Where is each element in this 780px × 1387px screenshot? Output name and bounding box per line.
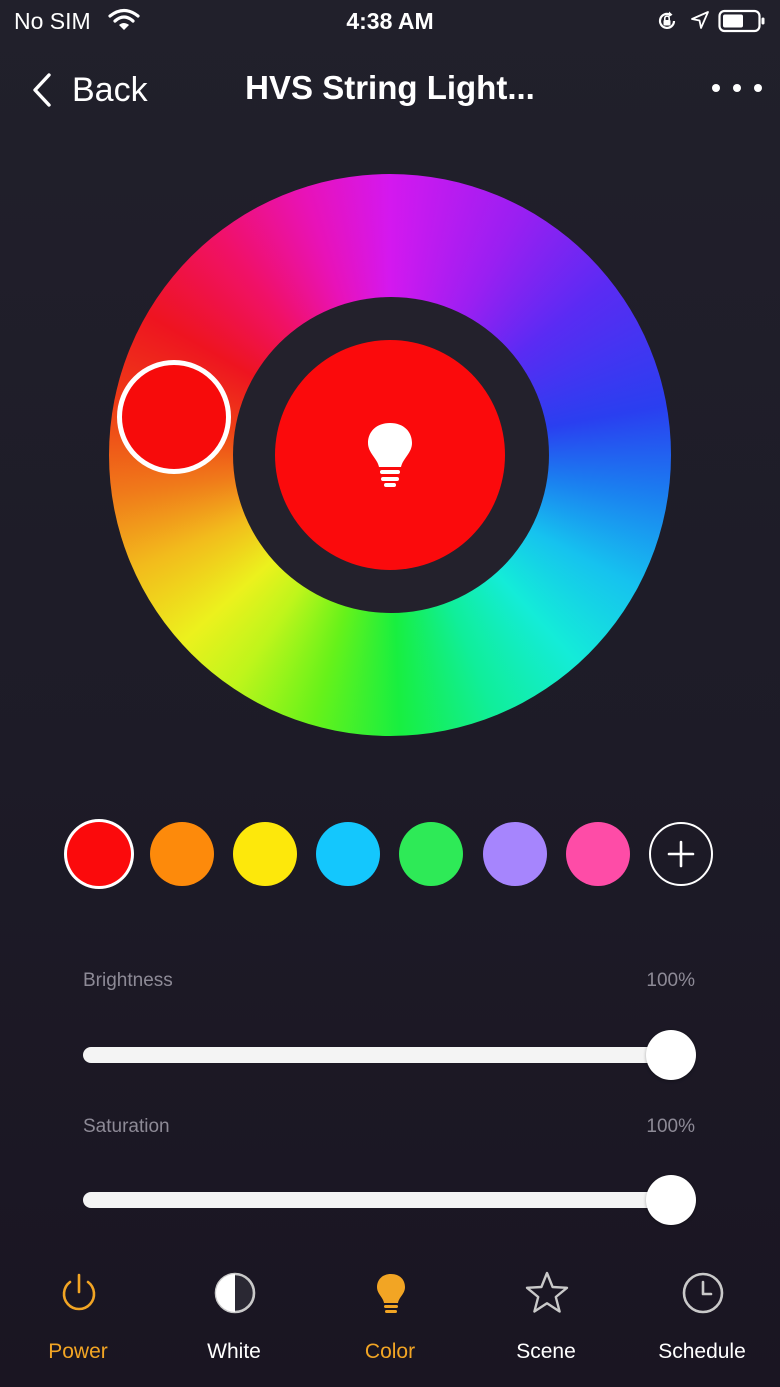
status-bar: No SIM 4:38 AM bbox=[0, 0, 780, 44]
more-options-button[interactable] bbox=[712, 76, 762, 100]
power-icon bbox=[62, 1273, 96, 1311]
preset-color-red[interactable] bbox=[67, 822, 131, 886]
preset-color-orange[interactable] bbox=[150, 822, 214, 886]
preset-color-pink[interactable] bbox=[566, 822, 630, 886]
preset-color-yellow[interactable] bbox=[233, 822, 297, 886]
saturation-slider[interactable] bbox=[83, 1175, 696, 1225]
saturation-label: Saturation bbox=[83, 1116, 170, 1137]
tab-label: Scene bbox=[516, 1340, 576, 1363]
more-icon bbox=[712, 84, 720, 92]
tab-label: Schedule bbox=[658, 1340, 746, 1363]
tab-color[interactable]: Color bbox=[312, 1262, 468, 1372]
more-icon-dot bbox=[754, 84, 762, 92]
brightness-slider-thumb[interactable] bbox=[646, 1030, 696, 1080]
bulb-icon bbox=[377, 1274, 405, 1313]
tab-white[interactable]: White bbox=[156, 1262, 312, 1372]
brightness-label: Brightness bbox=[83, 970, 173, 991]
orientation-lock-icon bbox=[658, 11, 676, 30]
saturation-value: 100% bbox=[646, 1116, 695, 1137]
chevron-left-icon bbox=[33, 73, 51, 107]
add-preset-button[interactable] bbox=[649, 822, 713, 886]
brightness-value: 100% bbox=[646, 970, 695, 991]
current-color-swatch[interactable] bbox=[275, 340, 505, 570]
tab-label: Color bbox=[364, 1340, 416, 1363]
back-button[interactable]: Back bbox=[30, 68, 148, 112]
tab-label: Power bbox=[48, 1340, 108, 1363]
tab-scene[interactable]: Scene bbox=[468, 1262, 624, 1372]
preset-color-green[interactable] bbox=[399, 822, 463, 886]
preset-color-cyan[interactable] bbox=[316, 822, 380, 886]
tab-power[interactable]: Power bbox=[0, 1262, 156, 1372]
preset-colors bbox=[0, 822, 780, 886]
clock-icon bbox=[682, 1272, 724, 1314]
battery-icon bbox=[718, 9, 765, 33]
white-balance-icon bbox=[214, 1272, 256, 1314]
back-label: Back bbox=[72, 70, 148, 109]
bulb-icon bbox=[368, 423, 412, 487]
location-icon bbox=[691, 11, 709, 29]
tab-bar: Power White Color Scene Schedule bbox=[0, 1262, 780, 1387]
more-icon-dot bbox=[733, 84, 741, 92]
star-icon bbox=[525, 1271, 569, 1313]
brightness-slider[interactable] bbox=[83, 1030, 696, 1080]
plus-icon bbox=[667, 840, 695, 868]
saturation-slider-thumb[interactable] bbox=[646, 1175, 696, 1225]
color-wheel-handle[interactable] bbox=[117, 360, 231, 474]
preset-color-purple[interactable] bbox=[483, 822, 547, 886]
tab-label: White bbox=[207, 1340, 261, 1363]
navigation-bar: Back HVS String Light... bbox=[0, 60, 780, 120]
page-title: HVS String Light... bbox=[245, 69, 535, 106]
tab-schedule[interactable]: Schedule bbox=[624, 1262, 780, 1372]
